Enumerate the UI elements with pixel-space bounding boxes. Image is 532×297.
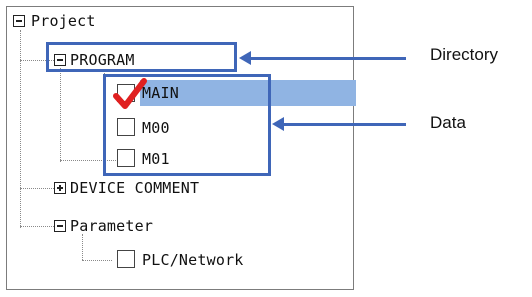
checkbox-plc-network[interactable] bbox=[117, 250, 135, 268]
directory-annotation: Directory bbox=[430, 45, 499, 64]
tree-guide bbox=[20, 188, 54, 189]
figure: Project PROGRAM MAIN M00 M01 DEVICE COMM… bbox=[0, 0, 532, 297]
data-arrow bbox=[282, 123, 406, 126]
tree-guide-parameter bbox=[82, 234, 83, 260]
directory-callout-box bbox=[46, 42, 237, 72]
tree-item-plc-network[interactable]: PLC/Network bbox=[142, 251, 244, 269]
data-callout-box bbox=[103, 74, 271, 176]
collapse-icon[interactable] bbox=[13, 15, 25, 27]
tree-guide bbox=[82, 260, 112, 261]
collapse-icon[interactable] bbox=[54, 220, 66, 232]
tree-root-project[interactable]: Project bbox=[31, 12, 96, 30]
data-annotation: Data bbox=[430, 113, 466, 132]
tree-guide bbox=[20, 226, 54, 227]
tree-item-parameter[interactable]: Parameter bbox=[70, 217, 153, 235]
directory-arrow bbox=[249, 57, 406, 60]
tree-guide-program bbox=[60, 68, 61, 162]
tree-item-device-comment[interactable]: DEVICE COMMENT bbox=[70, 179, 199, 197]
expand-icon[interactable] bbox=[54, 182, 66, 194]
